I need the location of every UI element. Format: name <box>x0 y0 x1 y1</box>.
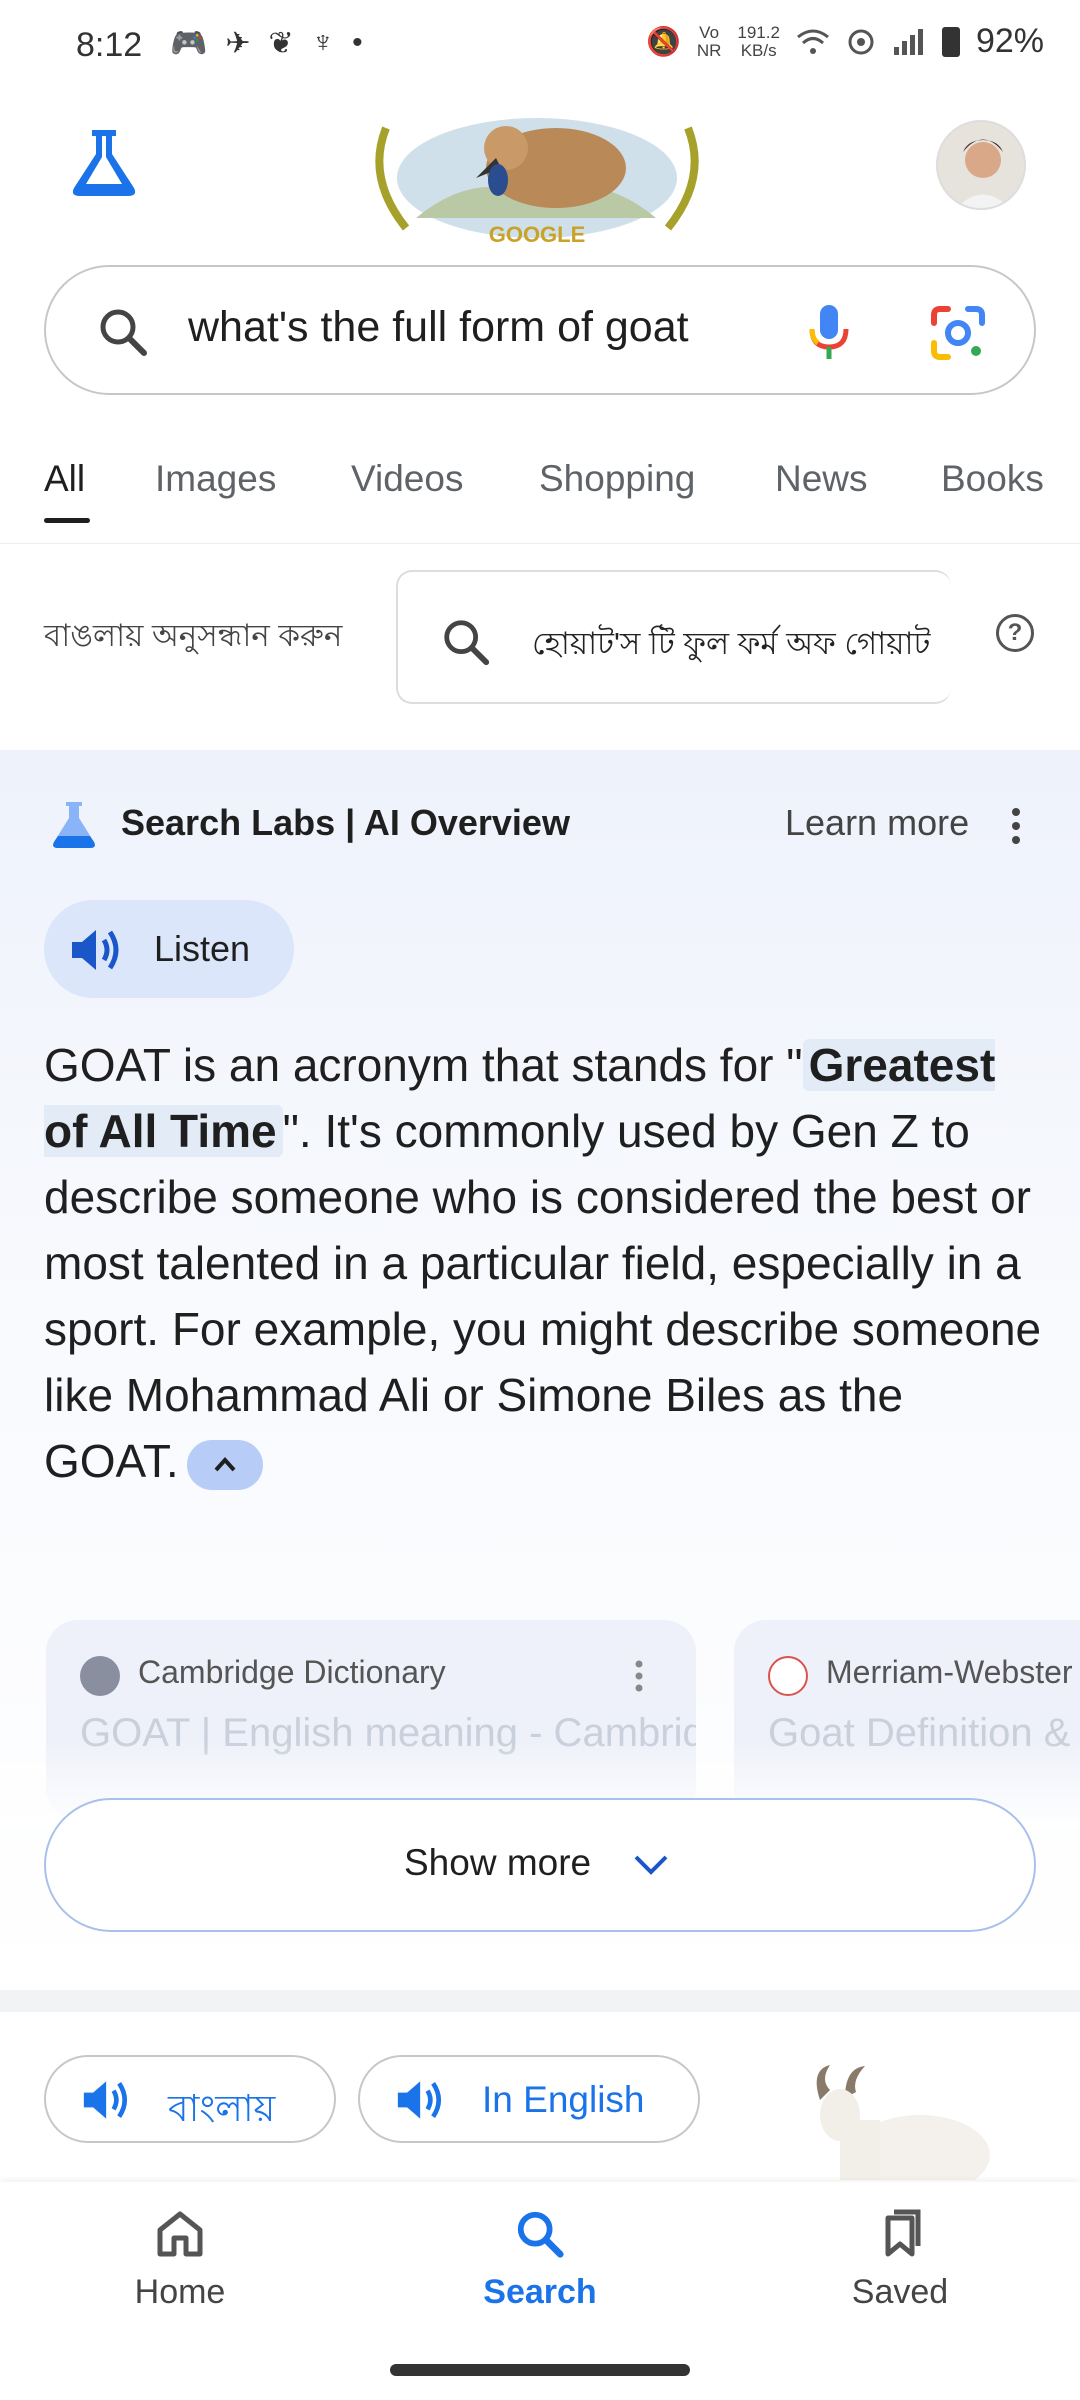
search-tabs: All Images Videos Shopping News Books <box>0 440 1080 544</box>
status-bar: 8:12 🎮 ✈ ❦ ♆ • 🔕 Vo NR 191.2 KB/s 92% <box>0 0 1080 90</box>
nav-saved-label: Saved <box>851 2273 949 2311</box>
doodle-text: GOOGLE <box>489 222 586 247</box>
nav-home[interactable]: Home <box>80 2208 280 2312</box>
bengali-search-chip[interactable]: হোয়াট'স টি ফুল ফর্ম অফ গোয়াট <box>396 570 951 704</box>
ai-overview-text: GOAT is an acronym that stands for " Grea… <box>44 1032 1044 1494</box>
bengali-search-label: বাঙলায় অনুসন্ধান করুন <box>44 618 343 653</box>
nav-search[interactable]: Search <box>440 2208 640 2312</box>
signal-icon <box>893 28 923 55</box>
listen-bengali-label: বাংলায় <box>168 2088 276 2129</box>
volte-indicator: Vo NR <box>696 22 722 60</box>
mute-icon: 🔕 <box>645 26 681 57</box>
labs-flask-icon <box>53 802 95 848</box>
more-options-icon[interactable] <box>1010 806 1022 846</box>
speaker-icon <box>397 2081 442 2119</box>
google-doodle[interactable]: GOOGLE <box>356 108 718 250</box>
nav-search-label: Search <box>483 2273 597 2311</box>
listen-english-button[interactable]: In English <box>358 2055 700 2143</box>
cambridge-logo-icon <box>80 1656 120 1696</box>
account-avatar[interactable] <box>936 120 1026 210</box>
tab-books[interactable]: Books <box>941 458 1044 500</box>
speaker-icon <box>83 2081 128 2119</box>
listen-button[interactable]: Listen <box>44 900 294 998</box>
tab-videos[interactable]: Videos <box>351 458 463 500</box>
active-tab-indicator <box>44 518 90 523</box>
system-icons: 🔕 Vo NR 191.2 KB/s 92% <box>646 22 1044 61</box>
source-name: Merriam-Webster <box>826 1654 1073 1690</box>
learn-more-link[interactable]: Learn more <box>785 802 969 844</box>
status-time: 8:12 <box>76 26 143 64</box>
search-icon <box>444 620 490 666</box>
speaker-icon <box>72 930 119 970</box>
telegram-icon: ✈ <box>225 27 251 60</box>
more-options-icon[interactable] <box>634 1660 644 1692</box>
hotspot-icon <box>848 29 874 54</box>
nav-home-label: Home <box>134 2273 226 2311</box>
tab-images[interactable]: Images <box>155 458 276 500</box>
source-name: Cambridge Dictionary <box>138 1654 446 1690</box>
gesture-home-bar[interactable] <box>390 2364 690 2376</box>
notification-icons: 🎮 ✈ ❦ ♆ • <box>170 26 363 61</box>
show-more-button[interactable]: Show more <box>44 1798 1036 1932</box>
ai-overview: Search Labs | AI Overview Learn more Lis… <box>0 750 1080 1990</box>
merriam-webster-logo-icon <box>768 1656 808 1696</box>
bengali-query: হোয়াট'স টি ফুল ফর্ম অফ গোয়াট <box>532 626 931 661</box>
torch-icon: ♆ <box>311 26 335 59</box>
search-icon <box>100 309 147 356</box>
ai-overview-title: Search Labs | AI Overview <box>121 802 570 843</box>
tab-news[interactable]: News <box>775 458 868 500</box>
listen-english-label: In English <box>482 2079 645 2120</box>
search-labs-button[interactable] <box>66 124 142 200</box>
listen-bengali-button[interactable]: বাংলায় <box>44 2055 336 2143</box>
listen-label: Listen <box>154 928 251 969</box>
collapse-button[interactable] <box>186 1439 263 1490</box>
google-lens-icon[interactable] <box>930 305 986 361</box>
goat-thumbnail[interactable] <box>790 2060 990 2180</box>
tab-all[interactable]: All <box>44 458 85 500</box>
tab-shopping[interactable]: Shopping <box>539 458 695 500</box>
show-more-label: Show more <box>404 1842 592 1883</box>
avatar-image <box>938 122 1024 208</box>
doodle-image: GOOGLE <box>356 108 718 250</box>
microphone-icon[interactable] <box>806 303 852 363</box>
gamepad-icon: 🎮 <box>170 27 208 60</box>
chevron-up-icon <box>214 1456 236 1472</box>
network-speed: 191.2 KB/s <box>737 22 780 60</box>
nav-saved[interactable]: Saved <box>800 2208 1000 2312</box>
search-icon <box>517 2211 564 2258</box>
saved-collections-icon <box>885 2209 921 2257</box>
wifi-icon <box>797 29 829 54</box>
search-box[interactable]: what's the full form of goat <box>44 265 1036 395</box>
bengali-search-row: বাঙলায় অনুসন্ধান করুন হোয়াট'স টি ফুল ফ… <box>0 546 1080 726</box>
more-dot-icon: • <box>352 26 363 59</box>
battery-icon <box>941 26 960 57</box>
home-icon <box>157 2211 203 2257</box>
labs-flask-icon <box>72 130 136 196</box>
battery-percent: 92% <box>975 22 1044 60</box>
chevron-down-icon <box>634 1855 668 1875</box>
search-input[interactable]: what's the full form of goat <box>188 303 689 352</box>
section-divider <box>0 1990 1080 2012</box>
app-icon: ❦ <box>268 27 294 60</box>
help-icon[interactable]: ? <box>996 614 1034 652</box>
